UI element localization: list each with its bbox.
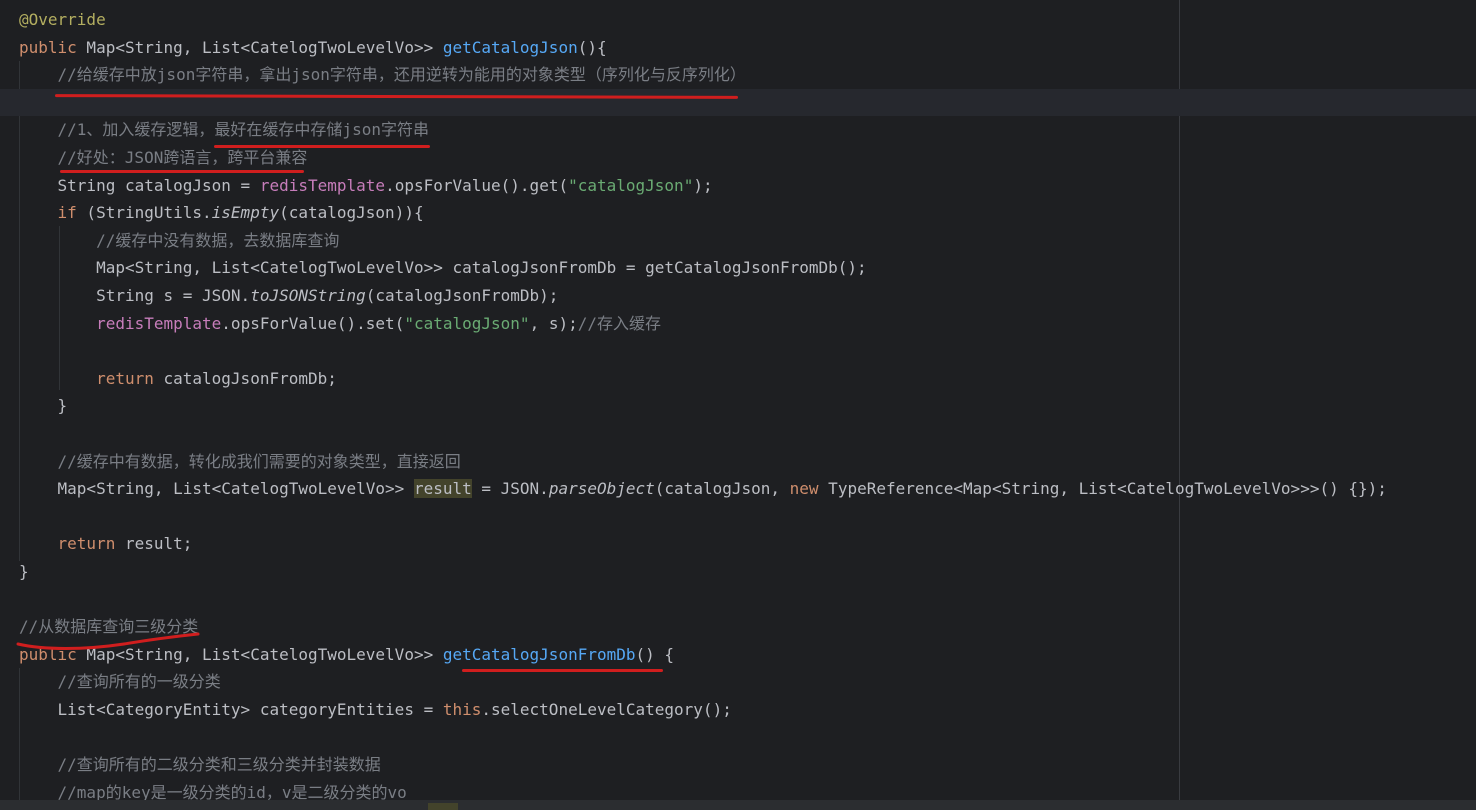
code-line[interactable]: String s = JSON.toJSONString(catalogJson… [0, 282, 1476, 309]
code-line[interactable]: //查询所有的一级分类 [0, 668, 1476, 695]
code-token-code: .opsForValue().set( [221, 313, 405, 333]
code-editor[interactable]: @Override public Map<String, List<Catelog… [0, 0, 1476, 810]
code-token-comment: //缓存中没有数据，去数据库查询 [96, 230, 340, 250]
code-token-code [19, 534, 58, 553]
code-line[interactable]: //好处：JSON跨语言，跨平台兼容 [0, 144, 1476, 171]
code-token-keyword: if [57, 203, 77, 223]
code-token-code: catalogJsonFromDb; [153, 368, 337, 388]
code-line[interactable] [0, 420, 1476, 447]
code-line[interactable] [0, 88, 1476, 116]
code-token-comment: //给缓存中放json字符串，拿出json字符串，还用逆转为能用的对象类型（序列… [57, 65, 746, 85]
code-line[interactable] [0, 586, 1476, 613]
code-token-italic: toJSONString [250, 286, 366, 305]
code-line[interactable]: if (StringUtils.isEmpty(catalogJson)){ [0, 199, 1476, 226]
code-line[interactable]: Map<String, List<CatelogTwoLevelVo>> cat… [0, 254, 1476, 281]
code-token-code: String s = JSON. [19, 286, 251, 305]
code-token-code [19, 65, 58, 84]
code-token-code [19, 783, 58, 802]
code-line[interactable]: return result; [0, 530, 1476, 557]
code-token-code [19, 314, 96, 333]
code-line[interactable] [0, 337, 1476, 364]
code-token-code [19, 452, 58, 471]
code-token-method-decl: getCatalogJsonFromDb [442, 644, 636, 664]
usage-highlight-marker [428, 803, 458, 810]
code-token-string: "catalogJson" [568, 175, 694, 195]
code-line[interactable]: //1、加入缓存逻辑，最好在缓存中存储json字符串 [0, 116, 1476, 143]
code-token-code: , s); [529, 313, 578, 333]
code-token-comment: //map的key是一级分类的id，v是二级分类的vo [57, 782, 407, 802]
code-line[interactable]: Map<String, List<CatelogTwoLevelVo>> res… [0, 475, 1476, 502]
code-token-italic: isEmpty [211, 203, 280, 223]
code-token-code [19, 203, 58, 222]
code-token-code: TypeReference<Map<String, List<CatelogTw… [818, 479, 1387, 499]
code-line[interactable]: List<CategoryEntity> categoryEntities = … [0, 696, 1476, 723]
code-token-keyword: new [789, 479, 819, 499]
code-token-highlight: result [413, 479, 472, 499]
code-token-string: "catalogJson" [404, 313, 530, 333]
code-token-code: ); [693, 175, 713, 195]
code-token-code: () { [635, 644, 675, 664]
code-line[interactable]: //从数据库查询三级分类 [0, 613, 1476, 640]
code-token-code [19, 672, 58, 691]
code-token-comment: //查询所有的二级分类和三级分类并封装数据 [57, 755, 381, 775]
code-line[interactable] [0, 503, 1476, 530]
code-line[interactable]: } [0, 392, 1476, 419]
code-token-comment: //1、加入缓存逻辑，最好在缓存中存储json字符串 [57, 120, 429, 140]
code-token-code: Map<String, List<CatelogTwoLevelVo>> cat… [19, 258, 867, 278]
code-token-code: = JSON. [471, 479, 549, 499]
code-token-code: (catalogJson, [654, 479, 790, 499]
code-line[interactable]: //查询所有的二级分类和三级分类并封装数据 [0, 751, 1476, 778]
code-token-italic: parseObject [548, 479, 655, 499]
code-token-code: .opsForValue().get( [385, 175, 569, 195]
code-token-code: (catalogJsonFromDb); [365, 286, 559, 305]
code-line[interactable]: @Override [0, 6, 1476, 33]
code-token-code: Map<String, List<CatelogTwoLevelVo>> [76, 37, 443, 57]
code-token-code [19, 231, 96, 250]
code-line[interactable]: } [0, 558, 1476, 585]
code-token-code: (StringUtils. [76, 203, 212, 223]
annotation-underline [462, 669, 663, 672]
code-token-code: Map<String, List<CatelogTwoLevelVo>> [19, 479, 414, 499]
code-token-keyword: public [19, 37, 77, 57]
code-token-code [19, 755, 58, 774]
code-line[interactable] [0, 724, 1476, 751]
code-token-code: (catalogJson)){ [279, 203, 424, 223]
annotation-underline [214, 145, 430, 148]
code-token-code: String catalogJson = [19, 175, 260, 195]
code-token-keyword: return [96, 368, 154, 388]
code-token-code [19, 148, 58, 167]
code-token-field: redisTemplate [259, 175, 386, 195]
code-line[interactable]: public Map<String, List<CatelogTwoLevelV… [0, 641, 1476, 668]
code-token-code: List<CategoryEntity> categoryEntities = [19, 700, 443, 719]
code-token-comment: //缓存中有数据，转化成我们需要的对象类型，直接返回 [57, 451, 461, 471]
code-line[interactable]: String catalogJson = redisTemplate.opsFo… [0, 172, 1476, 199]
code-line[interactable]: //缓存中没有数据，去数据库查询 [0, 227, 1476, 254]
code-token-code: result; [115, 534, 193, 554]
code-token-keyword: this [442, 700, 482, 719]
code-line[interactable]: //缓存中有数据，转化成我们需要的对象类型，直接返回 [0, 448, 1476, 475]
code-token-comment: //查询所有的一级分类 [57, 672, 221, 692]
annotation-underline [16, 632, 200, 650]
code-token-code: .selectOneLevelCategory(); [481, 700, 732, 719]
horizontal-scrollbar[interactable] [0, 800, 1476, 810]
code-token-comment: //好处：JSON跨语言，跨平台兼容 [57, 148, 308, 167]
code-token-code: } [19, 396, 68, 416]
annotation-underline [60, 170, 304, 173]
code-line[interactable]: return catalogJsonFromDb; [0, 365, 1476, 392]
code-line[interactable]: public Map<String, List<CatelogTwoLevelV… [0, 34, 1476, 61]
code-token-method-decl: getCatalogJson [442, 37, 578, 57]
code-line[interactable]: redisTemplate.opsForValue().set("catalog… [0, 310, 1476, 337]
code-token-code [19, 369, 96, 388]
code-token-field: redisTemplate [96, 313, 222, 333]
code-token-code: } [19, 562, 29, 581]
code-line[interactable]: //给缓存中放json字符串，拿出json字符串，还用逆转为能用的对象类型（序列… [0, 61, 1476, 88]
code-token-keyword: return [57, 534, 116, 554]
code-token-code [19, 120, 58, 139]
code-token-annotation: @Override [19, 10, 106, 29]
code-token-code: (){ [577, 37, 607, 57]
code-token-comment: //存入缓存 [577, 313, 662, 333]
